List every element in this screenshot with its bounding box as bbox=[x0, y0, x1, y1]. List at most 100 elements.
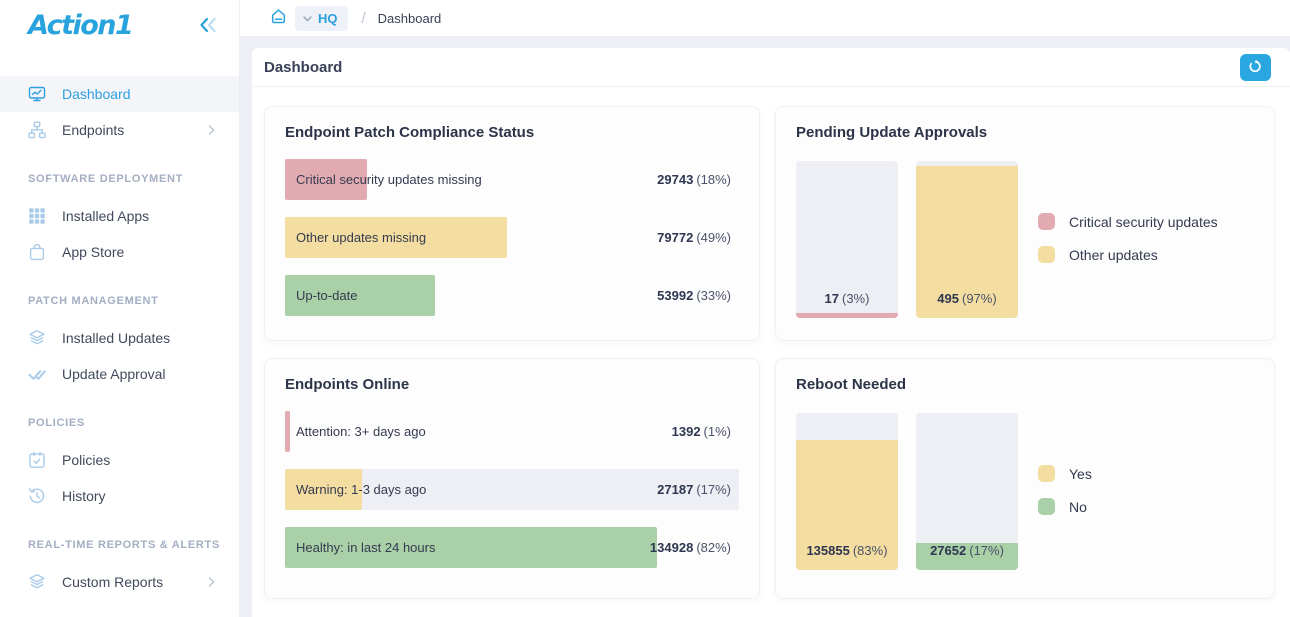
bar-label: Other updates missing bbox=[296, 230, 426, 245]
card-reboot-needed: Reboot Needed 135855(83%) 27652(17%) bbox=[775, 358, 1275, 599]
sidebar-item-endpoints[interactable]: Endpoints bbox=[0, 112, 239, 148]
column-chart: 17(3%) 495(97%) bbox=[796, 161, 1018, 318]
bar-label: Attention: 3+ days ago bbox=[296, 424, 426, 439]
chevrons-left-icon bbox=[199, 17, 217, 33]
panel-header: Dashboard bbox=[252, 48, 1290, 87]
home-icon bbox=[270, 8, 287, 29]
sidebar-item-policies[interactable]: Policies bbox=[0, 442, 239, 478]
sidebar-item-label: History bbox=[62, 488, 106, 504]
sidebar-section-policies: POLICIES bbox=[0, 392, 239, 442]
refresh-icon bbox=[1248, 59, 1263, 77]
legend-item: Other updates bbox=[1038, 246, 1218, 263]
sidebar: Action1 bbox=[0, 0, 240, 617]
breadcrumb-separator: / bbox=[362, 10, 366, 27]
bar-label: Critical security updates missing bbox=[296, 172, 482, 187]
card-patch-compliance: Endpoint Patch Compliance Status Critica… bbox=[264, 106, 760, 341]
legend-swatch bbox=[1038, 213, 1055, 230]
dashboard-icon bbox=[28, 85, 46, 103]
card-title: Endpoint Patch Compliance Status bbox=[285, 124, 739, 142]
breadcrumb-bar: HQ / Dashboard bbox=[240, 0, 1290, 36]
layers-icon bbox=[28, 329, 46, 347]
action1-logo[interactable]: Action1 bbox=[28, 10, 132, 41]
column-value: 17(3%) bbox=[796, 291, 898, 306]
dashboard-cards: Endpoint Patch Compliance Status Critica… bbox=[252, 87, 1290, 599]
bar-row-healthy[interactable]: Healthy: in last 24 hours 134928(82%) bbox=[285, 527, 739, 568]
bar-fill bbox=[285, 411, 290, 452]
legend-label: Other updates bbox=[1069, 247, 1158, 263]
sidebar-item-label: Custom Reports bbox=[62, 574, 163, 590]
card-title: Pending Update Approvals bbox=[796, 124, 1254, 142]
endpoints-icon bbox=[28, 121, 46, 139]
sidebar-item-label: Policies bbox=[62, 452, 110, 468]
sidebar-collapse-button[interactable] bbox=[199, 17, 217, 33]
sidebar-item-app-store[interactable]: App Store bbox=[0, 234, 239, 270]
sidebar-item-installed-updates[interactable]: Installed Updates bbox=[0, 320, 239, 356]
bar-value: 53992(33%) bbox=[657, 288, 739, 303]
column-critical-updates[interactable]: 17(3%) bbox=[796, 161, 898, 318]
column-value: 495(97%) bbox=[916, 291, 1018, 306]
org-name: HQ bbox=[318, 11, 338, 26]
sidebar-item-label: Dashboard bbox=[62, 86, 131, 102]
double-check-icon bbox=[28, 365, 46, 383]
legend-swatch bbox=[1038, 498, 1055, 515]
main-panel: Dashboard Endpoint Patch Compliance Stat… bbox=[252, 48, 1290, 617]
history-clock-icon bbox=[28, 487, 46, 505]
layers-icon bbox=[28, 573, 46, 591]
card-endpoints-online: Endpoints Online Attention: 3+ days ago … bbox=[264, 358, 760, 599]
bar-row-attention[interactable]: Attention: 3+ days ago 1392(1%) bbox=[285, 411, 739, 452]
shopping-bag-icon bbox=[28, 243, 46, 261]
sidebar-item-label: Endpoints bbox=[62, 122, 124, 138]
legend-item: Critical security updates bbox=[1038, 213, 1218, 230]
org-selector[interactable]: HQ bbox=[295, 6, 348, 31]
bar-label: Healthy: in last 24 hours bbox=[296, 540, 435, 555]
chart-legend: Yes No bbox=[1038, 465, 1092, 515]
bar-row-warning[interactable]: Warning: 1-3 days ago 27187(17%) bbox=[285, 469, 739, 510]
card-pending-approvals: Pending Update Approvals 17(3%) 495(97%) bbox=[775, 106, 1275, 341]
bar-value: 29743(18%) bbox=[657, 172, 739, 187]
sidebar-section-patch-management: PATCH MANAGEMENT bbox=[0, 270, 239, 320]
bar-label: Up-to-date bbox=[296, 288, 357, 303]
column-value: 27652(17%) bbox=[916, 543, 1018, 558]
sidebar-item-custom-reports[interactable]: Custom Reports bbox=[0, 564, 239, 600]
sidebar-nav: Dashboard Endpoints SOFTWARE DEPLOYMENT bbox=[0, 76, 239, 600]
sidebar-item-history[interactable]: History bbox=[0, 478, 239, 514]
legend-item: No bbox=[1038, 498, 1092, 515]
bar-label: Warning: 1-3 days ago bbox=[296, 482, 426, 497]
calendar-check-icon bbox=[28, 451, 46, 469]
home-breadcrumb-button[interactable] bbox=[270, 8, 287, 29]
sidebar-item-label: Installed Updates bbox=[62, 330, 170, 346]
legend-item: Yes bbox=[1038, 465, 1092, 482]
bar-value: 27187(17%) bbox=[657, 482, 739, 497]
column-other-updates[interactable]: 495(97%) bbox=[916, 161, 1018, 318]
bar-row-other-missing[interactable]: Other updates missing 79772(49%) bbox=[285, 217, 739, 258]
legend-label: Critical security updates bbox=[1069, 214, 1218, 230]
chevron-right-icon bbox=[208, 577, 215, 587]
legend-label: Yes bbox=[1069, 466, 1092, 482]
bar-row-up-to-date[interactable]: Up-to-date 53992(33%) bbox=[285, 275, 739, 316]
legend-swatch bbox=[1038, 246, 1055, 263]
bar-value: 79772(49%) bbox=[657, 230, 739, 245]
sidebar-section-software-deployment: SOFTWARE DEPLOYMENT bbox=[0, 148, 239, 198]
bar-value: 134928(82%) bbox=[650, 540, 739, 555]
card-title: Reboot Needed bbox=[796, 376, 1254, 394]
column-reboot-yes[interactable]: 135855(83%) bbox=[796, 413, 898, 570]
column-value: 135855(83%) bbox=[796, 543, 898, 558]
refresh-button[interactable] bbox=[1240, 54, 1271, 81]
sidebar-section-realtime-reports: REAL-TIME REPORTS & ALERTS bbox=[0, 514, 239, 564]
sidebar-item-installed-apps[interactable]: Installed Apps bbox=[0, 198, 239, 234]
page-title: Dashboard bbox=[264, 59, 342, 76]
bar-row-critical-missing[interactable]: Critical security updates missing 29743(… bbox=[285, 159, 739, 200]
chevron-down-icon bbox=[303, 9, 312, 27]
apps-grid-icon bbox=[28, 207, 46, 225]
card-title: Endpoints Online bbox=[285, 376, 739, 394]
bar-value: 1392(1%) bbox=[672, 424, 739, 439]
column-chart: 135855(83%) 27652(17%) bbox=[796, 413, 1018, 570]
sidebar-item-label: Update Approval bbox=[62, 366, 166, 382]
sidebar-item-dashboard[interactable]: Dashboard bbox=[0, 76, 239, 112]
legend-label: No bbox=[1069, 499, 1087, 515]
column-fill bbox=[796, 313, 898, 318]
legend-swatch bbox=[1038, 465, 1055, 482]
sidebar-item-update-approval[interactable]: Update Approval bbox=[0, 356, 239, 392]
chart-legend: Critical security updates Other updates bbox=[1038, 213, 1218, 263]
column-reboot-no[interactable]: 27652(17%) bbox=[916, 413, 1018, 570]
